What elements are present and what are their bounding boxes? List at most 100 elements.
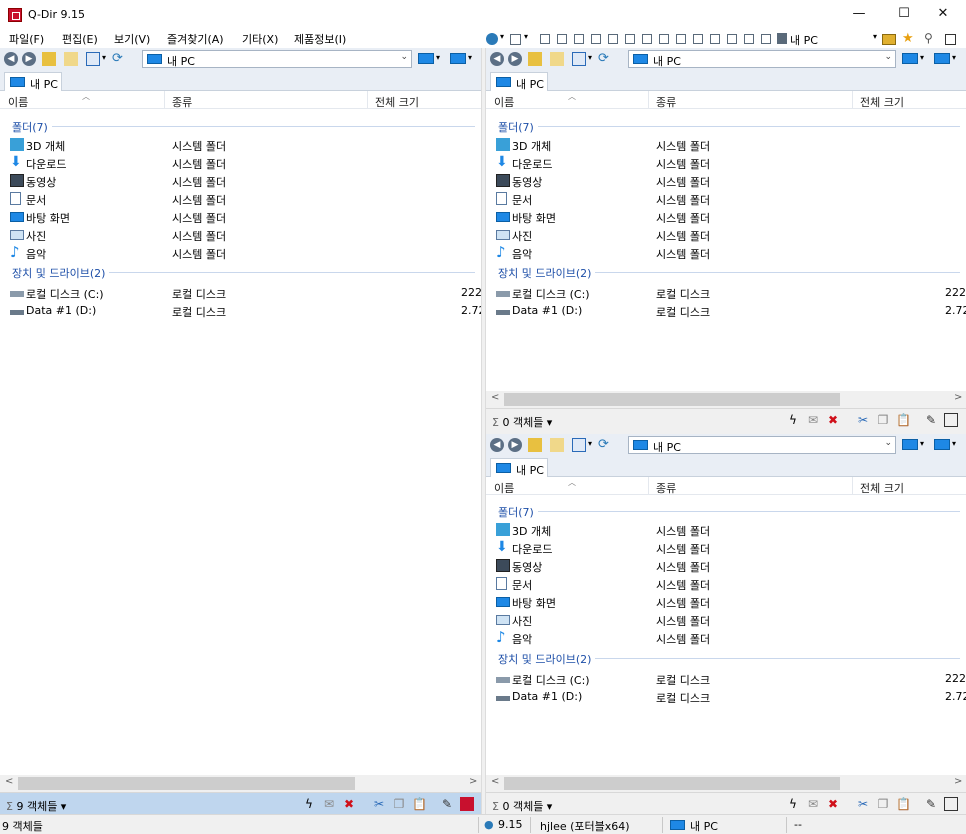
column-type[interactable]: 종류	[172, 94, 192, 110]
list-item[interactable]: ⬇ 다운로드 시스템 폴더	[486, 539, 966, 557]
refresh-icon[interactable]: ⟳	[112, 52, 126, 66]
cut-icon[interactable]: ✂	[372, 797, 386, 811]
column-name[interactable]: 이름	[8, 94, 28, 110]
column-divider[interactable]	[648, 477, 649, 495]
monitor-icon[interactable]	[450, 53, 466, 64]
column-divider[interactable]	[852, 91, 853, 109]
refresh-icon[interactable]: ⟳	[598, 438, 612, 452]
scroll-left-icon[interactable]: <	[5, 776, 13, 787]
menu-info[interactable]: 제품정보(I)	[294, 31, 346, 47]
minimize-button[interactable]: —	[836, 0, 882, 30]
close-button[interactable]: ✕	[920, 0, 966, 30]
copy-icon[interactable]: ❐	[392, 797, 406, 811]
rename-icon[interactable]: ✎	[440, 797, 454, 811]
horizontal-scrollbar[interactable]: < >	[0, 775, 481, 792]
chevron-down-icon[interactable]: ▾	[500, 32, 504, 41]
list-item[interactable]: 바탕 화면 시스템 폴더	[486, 593, 966, 611]
list-item[interactable]: Data #1 (D:) 로컬 디스크 2.72	[0, 302, 481, 320]
column-divider[interactable]	[367, 91, 368, 109]
menu-file[interactable]: 파일(F)	[9, 31, 44, 47]
scrollbar-thumb[interactable]	[18, 777, 355, 790]
monitor-icon[interactable]	[934, 439, 950, 450]
layout-1-icon[interactable]	[540, 34, 550, 44]
group-folders[interactable]: 폴더(7)	[0, 118, 481, 135]
back-icon[interactable]: ◀	[490, 52, 504, 66]
scroll-left-icon[interactable]: <	[491, 392, 499, 403]
open-folder-icon[interactable]	[64, 52, 78, 66]
list-item[interactable]: ⬇ 다운로드 시스템 폴더	[0, 154, 481, 172]
column-divider[interactable]	[164, 91, 165, 109]
list-item[interactable]: 로컬 디스크 (C:) 로컬 디스크 222	[486, 670, 966, 688]
list-item[interactable]: 문서 시스템 폴더	[0, 190, 481, 208]
chevron-down-icon[interactable]: ⌄	[884, 52, 892, 62]
menu-extras[interactable]: 기타(X)	[242, 31, 278, 47]
tab-my-pc[interactable]: 내 PC	[490, 72, 548, 92]
chevron-down-icon[interactable]: ⌄	[400, 52, 408, 62]
scrollbar-thumb[interactable]	[504, 393, 840, 406]
chevron-down-icon[interactable]: ▾	[524, 32, 528, 41]
column-divider[interactable]	[852, 477, 853, 495]
chevron-down-icon[interactable]: ▾	[588, 439, 592, 448]
list-item[interactable]: ♪ 음악 시스템 폴더	[486, 629, 966, 647]
copy-icon[interactable]: ❐	[876, 413, 890, 427]
address-bar[interactable]: 내 PC ⌄	[628, 50, 896, 68]
list-item[interactable]: 바탕 화면 시스템 폴더	[0, 208, 481, 226]
layout-2-icon[interactable]	[557, 34, 567, 44]
list-item[interactable]: 3D 개체 시스템 폴더	[486, 521, 966, 539]
up-folder-icon[interactable]	[42, 52, 56, 66]
monitor-icon[interactable]	[418, 53, 434, 64]
column-divider[interactable]	[648, 91, 649, 109]
window-icon[interactable]	[945, 34, 956, 45]
layout-12-icon[interactable]	[727, 34, 737, 44]
column-size[interactable]: 전체 크기	[375, 94, 419, 110]
column-type[interactable]: 종류	[656, 480, 676, 496]
column-size[interactable]: 전체 크기	[860, 94, 904, 110]
status-count[interactable]: Σ 0 객체들 ▾	[492, 414, 552, 430]
chevron-down-icon[interactable]: ▾	[952, 53, 956, 62]
group-drives[interactable]: 장치 및 드라이브(2)	[486, 650, 966, 667]
layout-14-icon[interactable]	[761, 34, 771, 44]
status-count[interactable]: Σ 9 객체들 ▾	[6, 798, 66, 814]
properties-icon[interactable]	[460, 797, 474, 811]
layout-10-icon[interactable]	[693, 34, 703, 44]
layout-5-icon[interactable]	[608, 34, 618, 44]
list-item[interactable]: 사진 시스템 폴더	[486, 226, 966, 244]
globe-icon[interactable]	[486, 33, 498, 45]
address-bar[interactable]: 내 PC ⌄	[142, 50, 412, 68]
layout-4-icon[interactable]	[591, 34, 601, 44]
grid-layout-icon[interactable]	[510, 34, 521, 45]
layout-8-icon[interactable]	[659, 34, 669, 44]
scroll-left-icon[interactable]: <	[491, 776, 499, 787]
user-icon[interactable]	[777, 33, 787, 44]
chevron-down-icon[interactable]: ▾	[920, 53, 924, 62]
column-name[interactable]: 이름	[494, 94, 514, 110]
menu-view[interactable]: 보기(V)	[114, 31, 150, 47]
paste-icon[interactable]: 📋	[896, 413, 911, 427]
delete-icon[interactable]: ✖	[342, 797, 356, 811]
tab-my-pc[interactable]: 내 PC	[4, 72, 62, 92]
list-item[interactable]: 동영상 시스템 폴더	[0, 172, 481, 190]
list-item[interactable]: 로컬 디스크 (C:) 로컬 디스크 222	[0, 284, 481, 302]
column-name[interactable]: 이름	[494, 480, 514, 496]
chevron-down-icon[interactable]: ▾	[873, 32, 877, 41]
monitor-icon[interactable]	[902, 53, 918, 64]
open-folder-icon[interactable]	[550, 52, 564, 66]
mail-icon[interactable]: ✉	[806, 797, 820, 811]
cut-icon[interactable]: ✂	[856, 797, 870, 811]
folder-tree-icon[interactable]	[882, 34, 896, 45]
properties-icon[interactable]	[944, 413, 958, 427]
forward-icon[interactable]: ▶	[22, 52, 36, 66]
list-item[interactable]: 동영상 시스템 폴더	[486, 557, 966, 575]
scroll-right-icon[interactable]: >	[954, 392, 962, 403]
group-drives[interactable]: 장치 및 드라이브(2)	[486, 264, 966, 281]
scroll-right-icon[interactable]: >	[469, 776, 477, 787]
up-folder-icon[interactable]	[528, 438, 542, 452]
paste-icon[interactable]: 📋	[896, 797, 911, 811]
list-item[interactable]: 문서 시스템 폴더	[486, 190, 966, 208]
back-icon[interactable]: ◀	[490, 438, 504, 452]
star-icon[interactable]: ★	[902, 31, 914, 46]
refresh-icon[interactable]: ⟳	[598, 52, 612, 66]
back-icon[interactable]: ◀	[4, 52, 18, 66]
chevron-down-icon[interactable]: ▾	[588, 53, 592, 62]
delete-icon[interactable]: ✖	[826, 413, 840, 427]
